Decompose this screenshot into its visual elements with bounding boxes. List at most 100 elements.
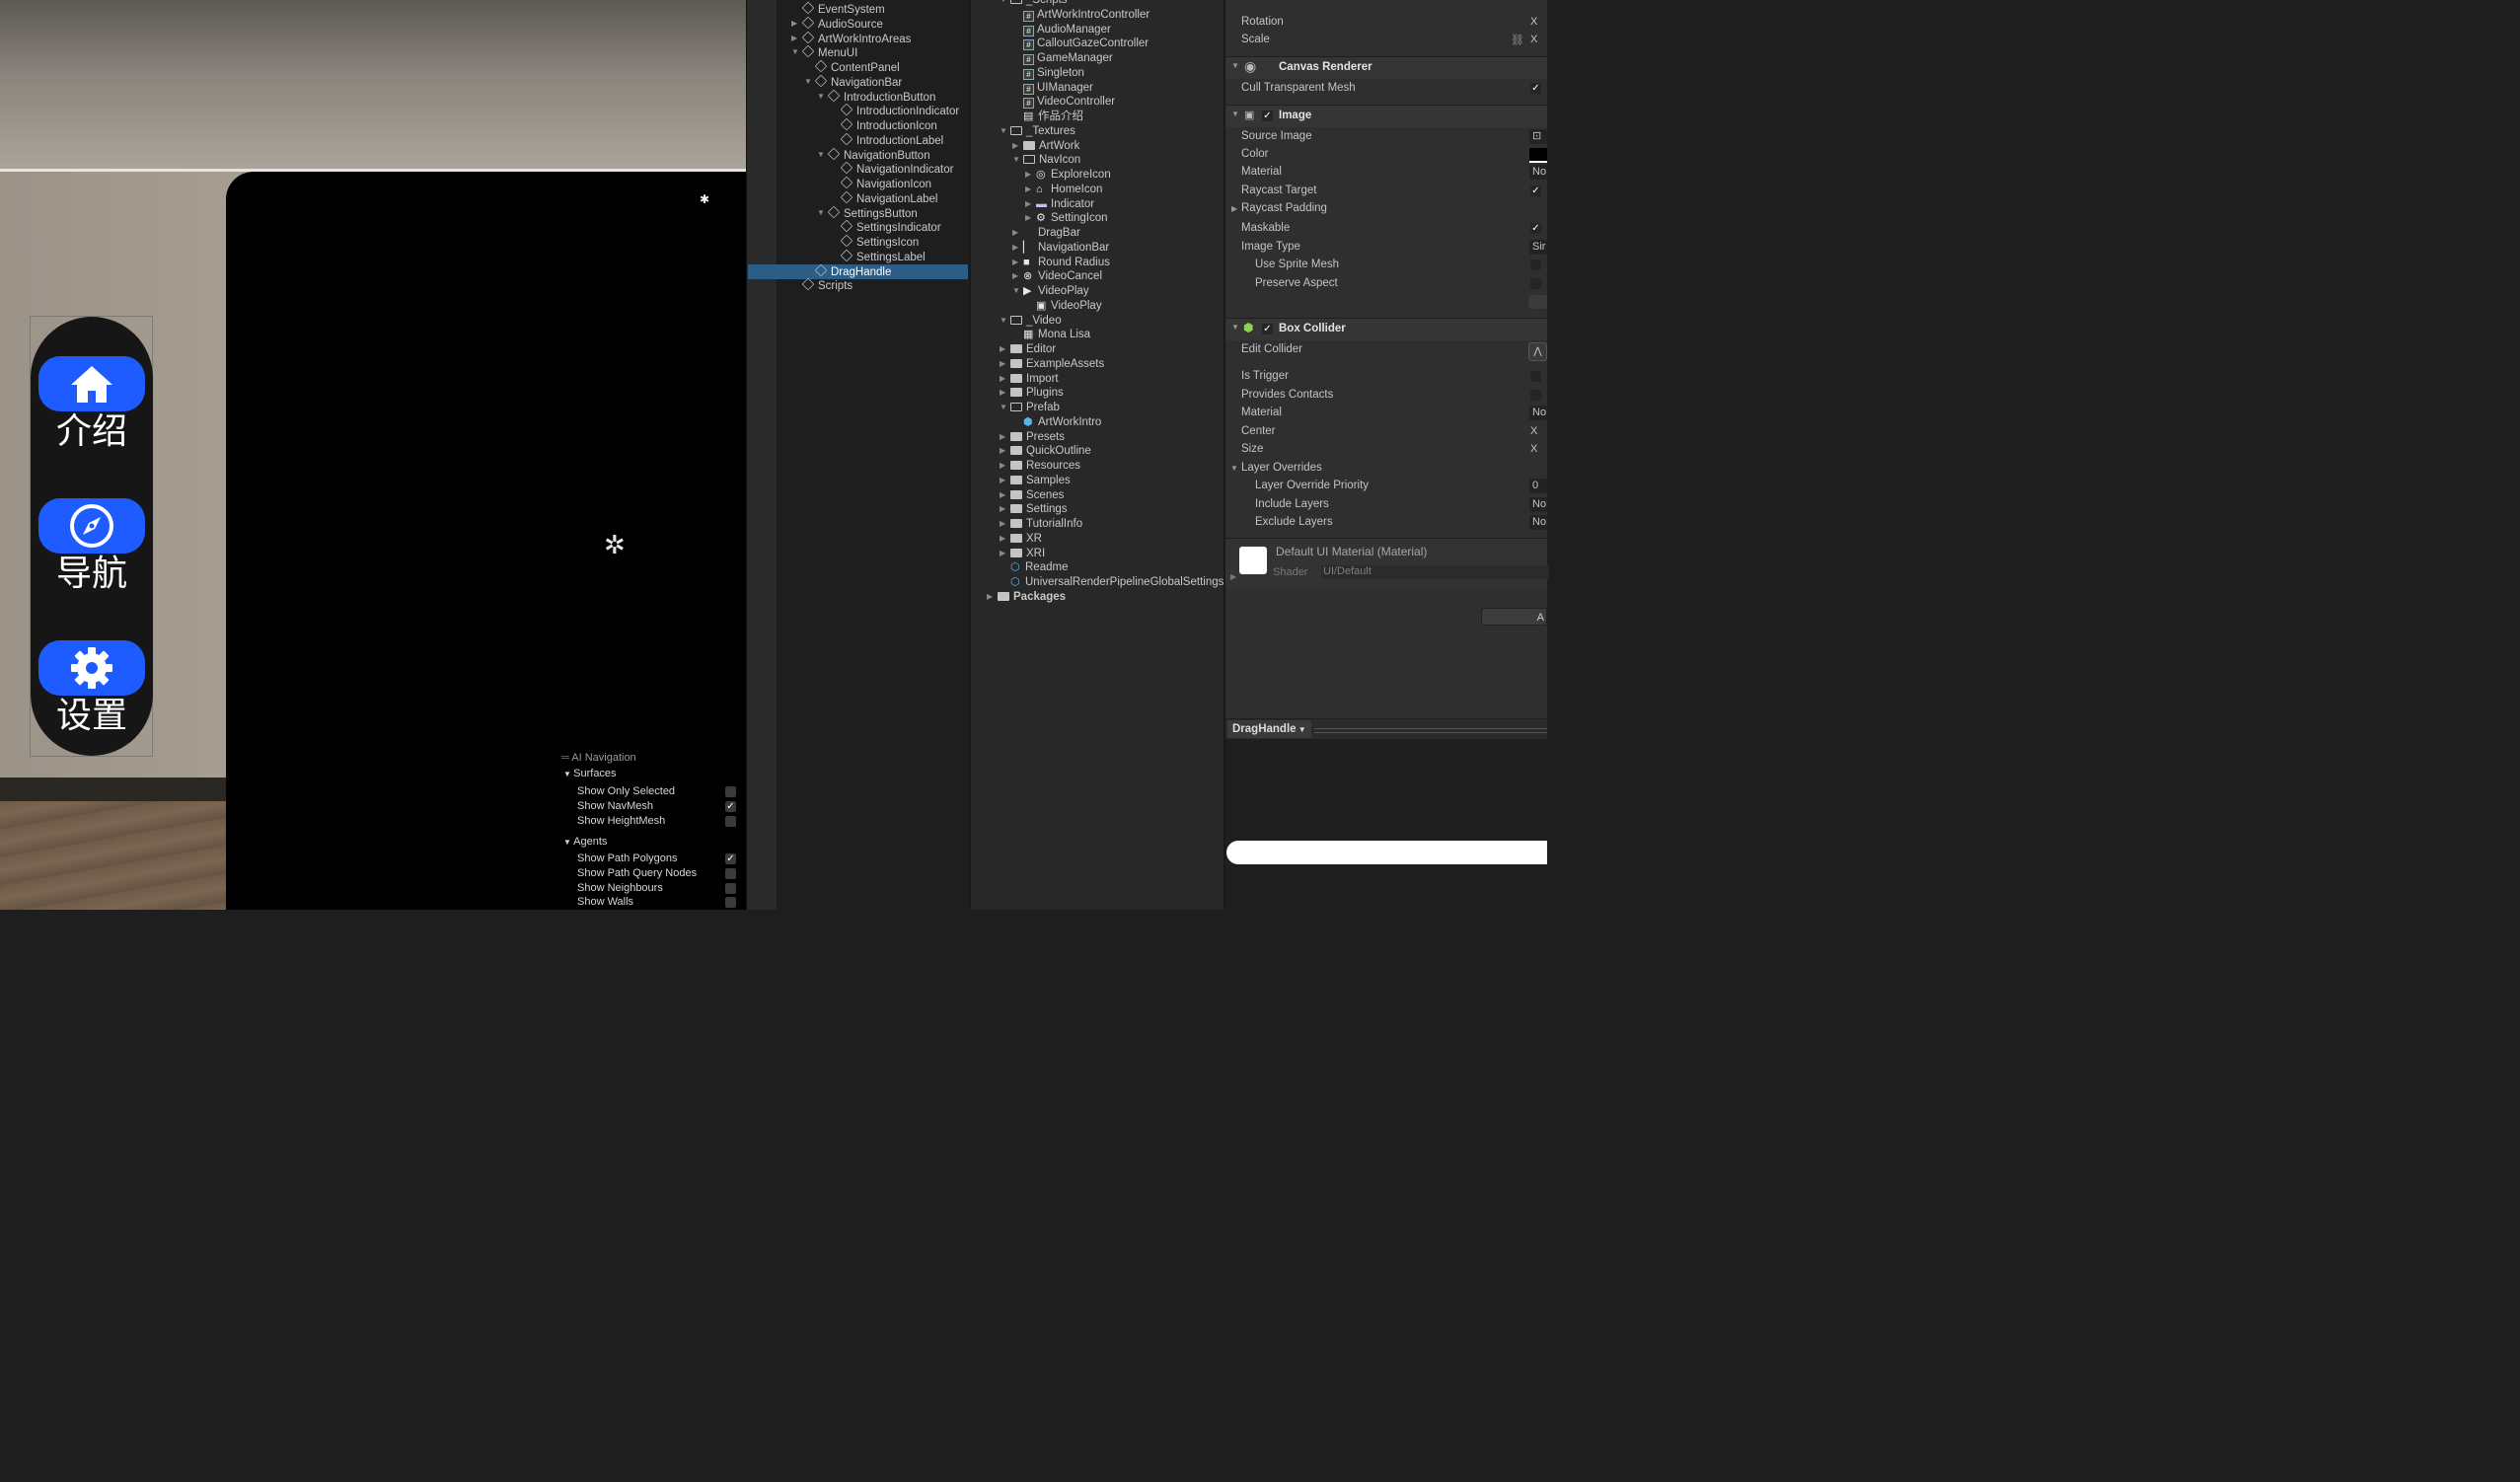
layer-override-priority-field[interactable]: 0 — [1529, 479, 1547, 493]
hierarchy-item[interactable]: SettingsLabel — [840, 249, 926, 264]
project-item[interactable]: # VideoController — [1023, 95, 1115, 110]
project-item[interactable]: ▶ XR — [1000, 532, 1042, 546]
caret-down-icon[interactable]: ▼ — [817, 148, 825, 162]
project-item[interactable]: ▣ VideoPlay — [1036, 299, 1102, 313]
caret-down-icon[interactable]: ▼ — [1000, 0, 1007, 7]
inspector-panel[interactable]: Rotation X Scale ⛓ X ▼ ◉ Canvas Renderer… — [1225, 0, 1549, 910]
caret-right-icon[interactable]: ▶ — [1000, 444, 1005, 458]
caret-right-icon[interactable]: ▶ — [987, 590, 993, 604]
hierarchy-item[interactable]: ▼ IntroductionButton — [817, 89, 935, 105]
caret-right-icon[interactable]: ▶ — [1025, 183, 1031, 196]
hierarchy-item[interactable]: NavigationLabel — [840, 190, 937, 206]
link-icon[interactable]: ⛓ — [1511, 34, 1524, 46]
caret-right-icon[interactable]: ▶ — [1025, 211, 1031, 225]
maskable-checkbox[interactable]: ✓ — [1530, 223, 1541, 234]
caret-down-icon[interactable]: ▼ — [1000, 401, 1007, 414]
project-item[interactable]: # AudioManager — [1023, 23, 1111, 37]
box-collider-header[interactable]: ▼ ⬢ ✓ Box Collider — [1225, 318, 1547, 340]
caret-right-icon[interactable]: ▶ — [1012, 226, 1018, 240]
caret-right-icon[interactable]: ▶ — [1012, 269, 1018, 283]
preview-drag-bar[interactable] — [1314, 728, 1547, 733]
project-item[interactable]: ▶ Presets — [1000, 430, 1065, 444]
hierarchy-item[interactable]: IntroductionLabel — [840, 132, 943, 148]
hierarchy-item[interactable]: SettingsIndicator — [840, 219, 941, 235]
image-enabled-checkbox[interactable]: ✓ — [1262, 111, 1273, 121]
layer-overrides-foldout[interactable]: ▼ Layer Overrides — [1230, 462, 1322, 474]
project-item[interactable]: ▶ ⌂ HomeIcon — [1025, 183, 1102, 196]
preview-object-dropdown[interactable]: DragHandle ▼ — [1227, 720, 1311, 738]
raycast-padding-foldout[interactable]: ▶ Raycast Padding — [1231, 202, 1327, 214]
hierarchy-item[interactable]: ▼ NavigationBar — [804, 74, 902, 90]
caret-down-icon[interactable]: ▼ — [791, 45, 799, 59]
edit-collider-button[interactable]: ⋀ — [1528, 342, 1547, 361]
project-item[interactable]: ▶ QuickOutline — [1000, 444, 1091, 458]
project-item[interactable]: ▼ Prefab — [1000, 401, 1060, 414]
caret-down-icon[interactable]: ▼ — [1000, 314, 1007, 328]
add-component-button[interactable]: A — [1481, 608, 1547, 626]
project-item[interactable]: ▶ ◎ ExploreIcon — [1025, 168, 1111, 182]
pivot-gizmo-icon[interactable]: ✲ — [604, 532, 626, 557]
preserve-aspect-checkbox[interactable] — [1530, 278, 1541, 289]
caret-right-icon[interactable]: ▶ — [1000, 488, 1005, 502]
caret-right-icon[interactable]: ▶ — [1000, 372, 1005, 386]
caret-right-icon[interactable]: ▶ — [1025, 197, 1031, 211]
hierarchy-item[interactable]: ▶ AudioSource — [791, 16, 883, 32]
project-item[interactable]: # CalloutGazeController — [1023, 37, 1149, 51]
project-item[interactable]: ▼ _Scripts — [1000, 0, 1068, 7]
project-item[interactable]: ▶ XRI — [1000, 547, 1045, 560]
image-component-header[interactable]: ▼ ▣ ✓ Image — [1225, 105, 1547, 127]
color-swatch[interactable] — [1529, 148, 1547, 163]
hierarchy-item[interactable]: EventSystem — [801, 1, 885, 17]
set-native-size-button[interactable] — [1528, 295, 1547, 309]
project-item[interactable]: ▶ Samples — [1000, 474, 1071, 487]
project-item[interactable]: ▶ Packages — [987, 590, 1066, 604]
caret-down-icon[interactable]: ▼ — [1000, 124, 1007, 138]
agents-foldout[interactable]: ▼ Agents — [563, 836, 607, 848]
project-item[interactable]: ▶ ⊗ VideoCancel — [1012, 269, 1102, 283]
caret-right-icon[interactable]: ▶ — [1000, 357, 1005, 371]
project-item[interactable]: ▼ _Textures — [1000, 124, 1075, 138]
shader-dropdown[interactable]: UI/Default — [1321, 565, 1549, 579]
hierarchy-item[interactable]: DragHandle — [814, 263, 891, 279]
project-item[interactable]: # UIManager — [1023, 81, 1093, 95]
hierarchy-item[interactable]: NavigationIndicator — [840, 161, 953, 177]
show-walls-checkbox[interactable] — [725, 897, 736, 908]
caret-right-icon[interactable]: ▶ — [1000, 386, 1005, 400]
caret-right-icon[interactable]: ▶ — [1012, 241, 1018, 255]
caret-down-icon[interactable]: ▼ — [804, 75, 812, 89]
project-item[interactable]: ▶ ▬ Indicator — [1025, 197, 1094, 211]
exclude-layers-dropdown[interactable]: No — [1529, 515, 1547, 530]
project-item[interactable]: ▶ Scenes — [1000, 488, 1064, 502]
project-item[interactable]: ▶ ArtWork — [1012, 139, 1079, 153]
project-item[interactable]: ▶ ⚙ SettingIcon — [1025, 211, 1108, 225]
material-field[interactable]: No — [1529, 165, 1547, 180]
show-only-selected-checkbox[interactable] — [725, 786, 736, 797]
hierarchy-item[interactable]: ▼ SettingsButton — [817, 205, 918, 221]
project-item[interactable]: ▶ TutorialInfo — [1000, 517, 1082, 531]
preview-area[interactable] — [1225, 739, 1547, 910]
caret-right-icon[interactable]: ▶ — [1000, 430, 1005, 444]
project-item[interactable]: ▶ Editor — [1000, 342, 1056, 356]
caret-right-icon[interactable]: ▶ — [1012, 139, 1018, 153]
show-heightmesh-checkbox[interactable] — [725, 816, 736, 827]
caret-right-icon[interactable]: ▶ — [1000, 342, 1005, 356]
source-image-field[interactable]: ⊡ — [1529, 129, 1547, 144]
project-item[interactable]: ⬢ ArtWorkIntro — [1023, 415, 1101, 429]
project-item[interactable]: ▶ DragBar — [1012, 226, 1080, 240]
project-item[interactable]: ▤ 作品介绍 — [1023, 110, 1083, 123]
project-item[interactable]: ▦ Mona Lisa — [1023, 328, 1090, 341]
caret-right-icon[interactable]: ▶ — [1025, 168, 1031, 182]
settings-button[interactable] — [38, 640, 145, 696]
project-item[interactable]: ▶ Import — [1000, 372, 1059, 386]
hierarchy-item[interactable]: Scripts — [801, 277, 852, 293]
hierarchy-item[interactable]: IntroductionIndicator — [840, 103, 959, 118]
show-navmesh-checkbox[interactable]: ✓ — [725, 801, 736, 812]
caret-down-icon[interactable]: ▼ — [1012, 153, 1020, 167]
project-item[interactable]: ▼ ▶ VideoPlay — [1012, 284, 1089, 298]
caret-down-icon[interactable]: ▼ — [1012, 284, 1020, 298]
caret-right-icon[interactable]: ▶ — [791, 17, 797, 31]
caret-right-icon[interactable]: ▶ — [1000, 474, 1005, 487]
show-path-polygons-checkbox[interactable]: ✓ — [725, 853, 736, 864]
use-sprite-mesh-checkbox[interactable] — [1530, 259, 1541, 270]
raycast-target-checkbox[interactable]: ✓ — [1530, 185, 1541, 196]
